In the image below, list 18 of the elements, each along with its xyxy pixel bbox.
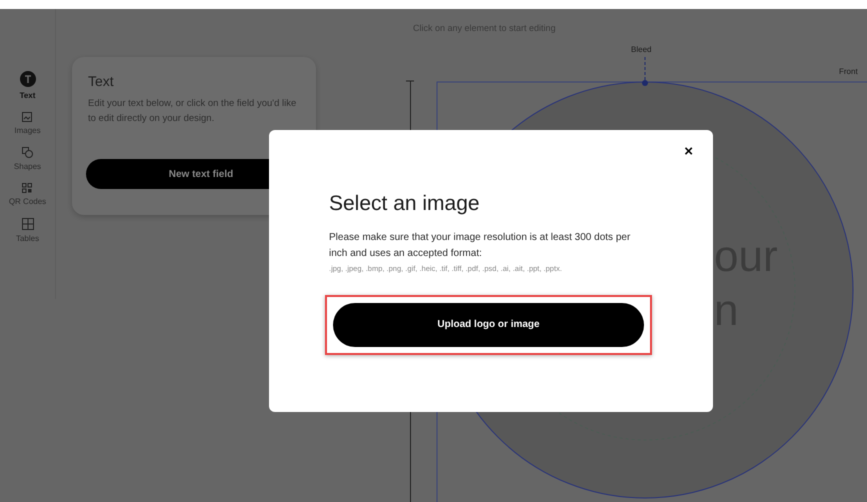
sidebar-item[interactable]: Tables: [16, 218, 40, 245]
sidebar-label: Images: [14, 125, 41, 137]
dialog-description: Please make sure that your image resolution is at least 300 dots per inch and uses an accepted format:: [329, 230, 632, 260]
sidebar-label: Text: [20, 90, 36, 102]
panel-title: Text: [88, 72, 115, 91]
bleed-label: Bleed: [631, 44, 652, 56]
sidebar-label: Shapes: [14, 161, 42, 173]
front-label: Front: [839, 66, 858, 78]
sidebar-item[interactable]: Shapes: [14, 147, 42, 173]
panel-description: Edit your text below, or click on the field you'd like to edit directly on your design.: [88, 97, 298, 126]
sidebar-item[interactable]: QR Codes: [8, 183, 46, 208]
upload-button[interactable]: Upload logo or image: [333, 302, 644, 347]
dialog-title: Select an image: [329, 191, 481, 217]
close-button[interactable]: ×: [684, 144, 693, 159]
sidebar-label: QR Codes: [8, 196, 46, 208]
sidebar-item[interactable]: Text: [20, 71, 36, 102]
sidebar-label: Tables: [16, 233, 40, 245]
sidebar-item[interactable]: Images: [14, 112, 41, 137]
